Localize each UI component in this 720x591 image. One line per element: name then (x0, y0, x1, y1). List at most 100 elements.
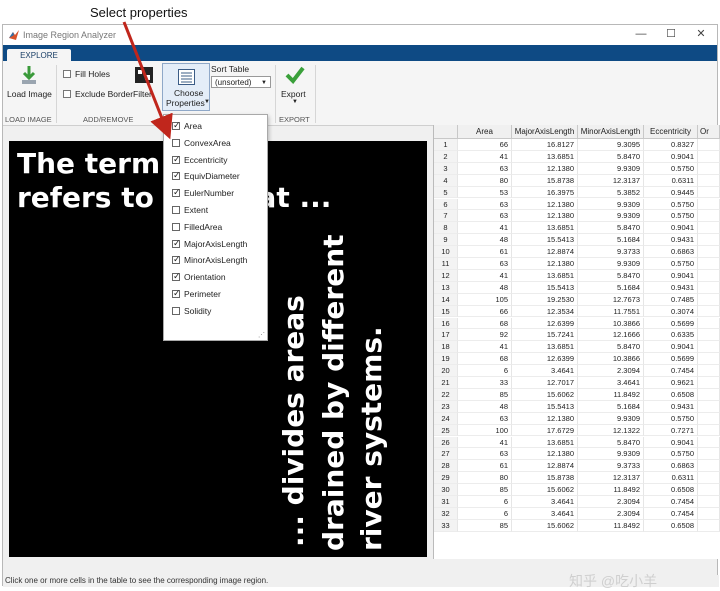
property-checkbox[interactable] (172, 306, 180, 315)
property-option-minoraxislength[interactable]: MinorAxisLength (172, 254, 262, 267)
table-cell[interactable]: 3.4641 (512, 496, 578, 508)
table-cell[interactable]: 2.3094 (578, 496, 644, 508)
table-cell[interactable]: 16.3975 (512, 186, 578, 199)
property-option-extent[interactable]: Extent (172, 205, 262, 217)
table-cell[interactable]: 15.5413 (512, 281, 578, 294)
fill-holes-check-box[interactable] (63, 70, 71, 78)
table-cell[interactable]: 53 (458, 186, 512, 199)
row-header[interactable]: 21 (434, 377, 458, 389)
table-cell[interactable]: 0.6863 (644, 460, 698, 473)
table-cell[interactable]: 12.8874 (512, 246, 578, 258)
table-cell[interactable]: 11.7551 (578, 305, 644, 318)
table-cell[interactable]: 15.5413 (512, 234, 578, 247)
table-cell[interactable] (698, 258, 720, 270)
column-header-major-axis[interactable]: MajorAxisLength (512, 125, 578, 139)
property-checkbox[interactable] (172, 138, 180, 147)
table-cell[interactable]: 0.6311 (644, 174, 698, 187)
table-cell[interactable]: 0.9621 (644, 377, 698, 389)
table-cell[interactable]: 12.1380 (512, 162, 578, 175)
table-cell[interactable]: 68 (458, 317, 512, 330)
property-option-solidity[interactable]: Solidity (172, 306, 262, 318)
table-cell[interactable]: 48 (458, 400, 512, 413)
table-cell[interactable]: 6 (458, 507, 512, 520)
table-cell[interactable]: 66 (458, 305, 512, 318)
property-checkbox[interactable] (172, 187, 181, 198)
property-checkbox[interactable] (172, 254, 181, 265)
property-option-orientation[interactable]: Orientation (172, 271, 262, 284)
row-header[interactable]: 14 (434, 293, 458, 306)
load-image-button[interactable]: Load Image (7, 63, 52, 107)
table-cell[interactable]: 0.5750 (644, 198, 698, 211)
table-cell[interactable]: 33 (458, 377, 512, 389)
table-cell[interactable]: 0.7454 (644, 496, 698, 508)
table-cell[interactable]: 12.6399 (512, 317, 578, 330)
table-cell[interactable]: 0.6863 (644, 246, 698, 258)
row-header[interactable]: 5 (434, 186, 458, 199)
table-cell[interactable]: 68 (458, 353, 512, 366)
row-header[interactable]: 30 (434, 484, 458, 496)
row-header[interactable]: 10 (434, 246, 458, 258)
table-cell[interactable] (698, 448, 720, 461)
export-button[interactable]: Export ▼ (281, 63, 311, 107)
table-cell[interactable] (698, 293, 720, 306)
table-cell[interactable]: 10.3866 (578, 317, 644, 330)
table-cell[interactable]: 0.5750 (644, 448, 698, 461)
property-checkbox[interactable] (172, 154, 181, 165)
table-cell[interactable] (698, 436, 720, 449)
table-cell[interactable]: 0.9041 (644, 150, 698, 163)
table-cell[interactable]: 9.9309 (578, 258, 644, 270)
table-cell[interactable]: 0.6311 (644, 472, 698, 485)
property-checkbox[interactable] (172, 288, 181, 299)
table-cell[interactable]: 13.6851 (512, 150, 578, 163)
row-header[interactable]: 32 (434, 507, 458, 520)
table-cell[interactable]: 80 (458, 472, 512, 485)
table-cell[interactable]: 6 (458, 365, 512, 377)
table-cell[interactable]: 19.2530 (512, 293, 578, 306)
table-cell[interactable]: 5.3852 (578, 186, 644, 199)
table-cell[interactable]: 63 (458, 258, 512, 270)
table-cell[interactable]: 5.1684 (578, 400, 644, 413)
table-cell[interactable] (698, 281, 720, 294)
row-header[interactable]: 17 (434, 329, 458, 342)
table-cell[interactable] (698, 150, 720, 163)
table-cell[interactable]: 0.9041 (644, 269, 698, 282)
table-cell[interactable]: 0.6508 (644, 388, 698, 401)
row-header[interactable]: 8 (434, 222, 458, 235)
property-option-area[interactable]: Area (172, 120, 262, 133)
exclude-border-check-box[interactable] (63, 90, 71, 98)
row-header[interactable]: 31 (434, 496, 458, 508)
column-header-orientation[interactable]: Or (698, 125, 720, 139)
property-option-eccentricity[interactable]: Eccentricity (172, 154, 262, 167)
table-cell[interactable] (698, 424, 720, 437)
table-cell[interactable]: 12.1380 (512, 448, 578, 461)
table-cell[interactable]: 0.5750 (644, 210, 698, 223)
table-cell[interactable]: 9.9309 (578, 412, 644, 425)
table-cell[interactable]: 41 (458, 269, 512, 282)
table-cell[interactable] (698, 329, 720, 342)
row-header[interactable]: 27 (434, 448, 458, 461)
table-cell[interactable]: 5.8470 (578, 436, 644, 449)
table-cell[interactable]: 66 (458, 139, 512, 151)
table-cell[interactable]: 100 (458, 424, 512, 437)
table-cell[interactable] (698, 139, 720, 151)
row-header[interactable]: 29 (434, 472, 458, 485)
table-cell[interactable] (698, 484, 720, 496)
choose-properties-button[interactable]: Choose Properties ▼ (162, 63, 210, 111)
table-cell[interactable]: 63 (458, 448, 512, 461)
table-cell[interactable]: 9.3733 (578, 460, 644, 473)
property-option-equivdiameter[interactable]: EquivDiameter (172, 170, 262, 183)
table-cell[interactable]: 3.4641 (512, 365, 578, 377)
table-cell[interactable]: 0.6508 (644, 484, 698, 496)
table-cell[interactable]: 2.3094 (578, 365, 644, 377)
table-cell[interactable]: 15.7241 (512, 329, 578, 342)
table-cell[interactable]: 0.9431 (644, 234, 698, 247)
filter-button[interactable]: Filter (133, 63, 159, 107)
table-cell[interactable]: 85 (458, 388, 512, 401)
table-cell[interactable]: 15.6062 (512, 388, 578, 401)
close-button[interactable]: ✕ (687, 26, 715, 43)
table-cell[interactable]: 0.5699 (644, 317, 698, 330)
table-cell[interactable]: 105 (458, 293, 512, 306)
property-option-perimeter[interactable]: Perimeter (172, 288, 262, 301)
table-cell[interactable]: 5.8470 (578, 269, 644, 282)
table-cell[interactable] (698, 186, 720, 199)
